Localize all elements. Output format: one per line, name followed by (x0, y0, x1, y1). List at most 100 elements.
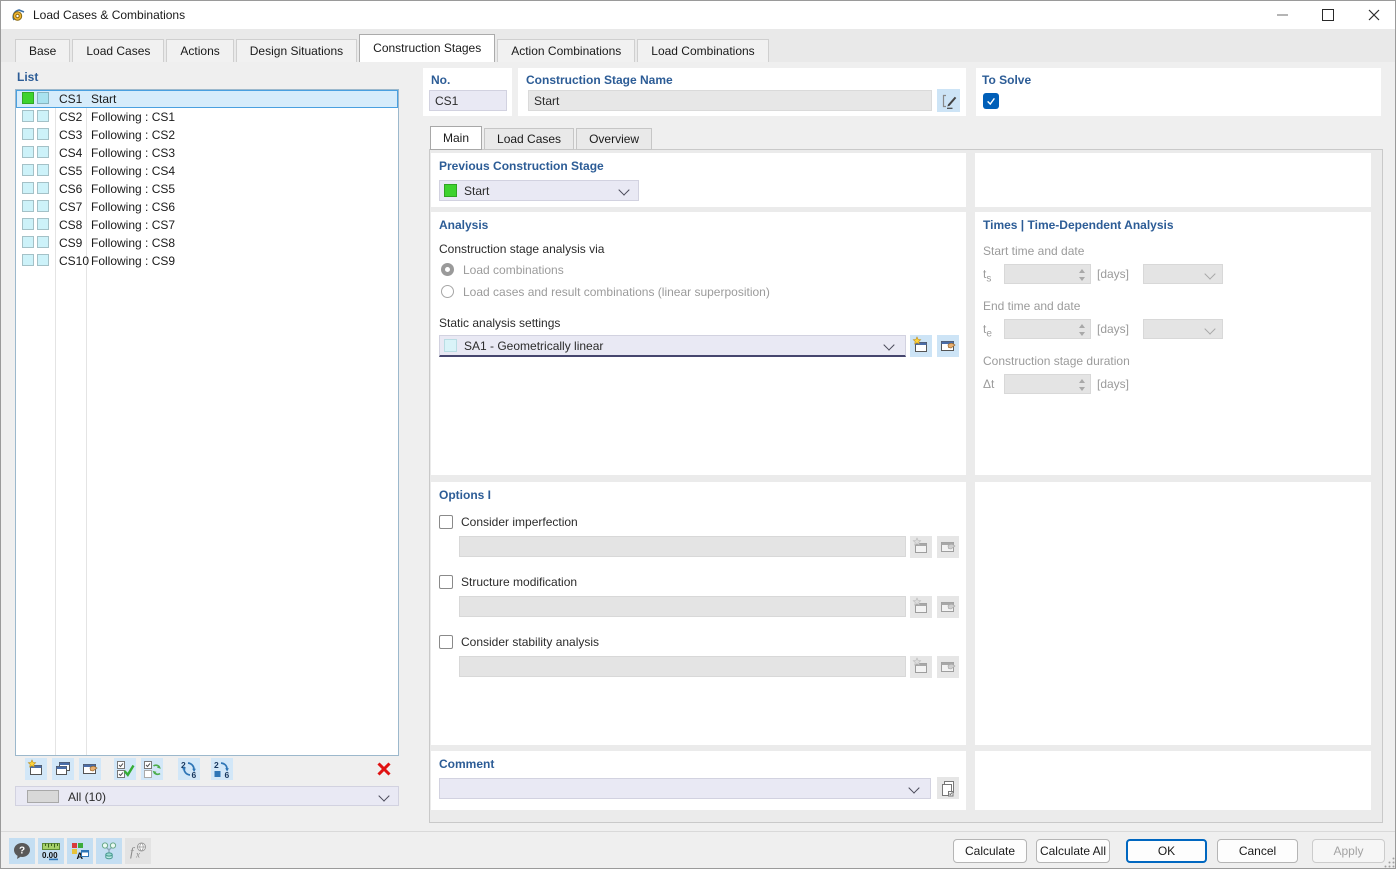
tab-load-combinations[interactable]: Load Combinations (637, 39, 768, 62)
edit-stage-button[interactable] (79, 758, 101, 780)
previous-stage-swatch (444, 184, 457, 197)
previous-stage-dropdown[interactable]: Start (439, 180, 639, 201)
cancel-button[interactable]: Cancel (1217, 839, 1298, 863)
no-panel: No. CS1 (423, 68, 512, 116)
renumber-icon: 26 (179, 759, 199, 779)
chevron-down-icon (883, 339, 894, 350)
rename-button[interactable] (937, 89, 960, 112)
new-stage-button[interactable] (25, 758, 47, 780)
chevron-down-icon (1204, 268, 1215, 279)
svg-text:6: 6 (225, 770, 230, 779)
rename-icon (940, 92, 958, 110)
ok-button[interactable]: OK (1126, 839, 1207, 863)
spinner-icon (1078, 268, 1087, 282)
empty-panel-mid-right (975, 482, 1371, 745)
stage-diagram-button[interactable] (96, 838, 122, 864)
renumber-options-icon: 26 (212, 759, 232, 779)
analysis-header: Analysis (439, 218, 488, 232)
list-filter-dropdown[interactable]: All (10) (15, 786, 399, 806)
tab-design-situations[interactable]: Design Situations (236, 39, 357, 62)
stage-desc: Following : CS2 (91, 128, 175, 142)
renumber-button[interactable]: 26 (178, 758, 200, 780)
checkbox-consider-imperfection[interactable] (439, 515, 453, 529)
analysis-panel: Analysis Construction stage analysis via… (431, 212, 966, 475)
list-item-cs4[interactable]: CS4Following : CS3 (16, 144, 398, 162)
type-swatch (37, 146, 49, 158)
no-label: No. (431, 73, 450, 87)
chevron-down-icon (908, 782, 919, 793)
tab-action-combinations[interactable]: Action Combinations (497, 39, 635, 62)
close-button[interactable] (1351, 1, 1396, 29)
radio-load-combinations (441, 263, 454, 276)
chevron-down-icon (618, 184, 629, 195)
subtab-overview[interactable]: Overview (576, 128, 652, 150)
list-item-cs6[interactable]: CS6Following : CS5 (16, 180, 398, 198)
units-button[interactable]: 0.00 (38, 838, 64, 864)
resize-grip[interactable] (1384, 857, 1395, 868)
units-icon: 0.00 (41, 841, 61, 861)
spinner-icon (1078, 323, 1087, 337)
calculate-all-button[interactable]: Calculate All (1036, 839, 1110, 863)
solve-swatch (22, 236, 34, 248)
tab-load-cases[interactable]: Load Cases (72, 39, 164, 62)
new-settings-button[interactable] (910, 335, 932, 357)
maximize-button[interactable] (1305, 1, 1351, 29)
new-window-icon (911, 336, 931, 356)
tab-construction-stages[interactable]: Construction Stages (359, 34, 495, 62)
check-all-button[interactable] (114, 758, 136, 780)
list-item-cs7[interactable]: CS7Following : CS6 (16, 198, 398, 216)
comment-dropdown[interactable] (439, 778, 931, 799)
display-settings-button[interactable]: A (67, 838, 93, 864)
name-panel: Construction Stage Name Start (518, 68, 966, 116)
subtab-main[interactable]: Main (430, 126, 482, 150)
help-icon: ? (12, 841, 32, 861)
to-solve-checkbox[interactable] (983, 93, 999, 109)
stage-id: CS7 (59, 200, 82, 214)
checkbox-structure-modification[interactable] (439, 575, 453, 589)
delete-all-button[interactable] (373, 758, 395, 780)
help-button[interactable]: ? (9, 838, 35, 864)
type-swatch (37, 200, 49, 212)
list-item-cs5[interactable]: CS5Following : CS4 (16, 162, 398, 180)
tab-base[interactable]: Base (15, 39, 70, 62)
stage-no-field[interactable]: CS1 (429, 90, 507, 111)
stage-id: CS5 (59, 164, 82, 178)
start-date-dropdown (1143, 264, 1223, 284)
empty-panel-top-right (975, 153, 1371, 207)
apply-button: Apply (1312, 839, 1385, 863)
edit-settings-button[interactable] (937, 335, 959, 357)
tab-actions[interactable]: Actions (166, 39, 233, 62)
svg-text:x: x (135, 850, 140, 860)
stage-desc: Following : CS3 (91, 146, 175, 160)
list-item-cs2[interactable]: CS2Following : CS1 (16, 108, 398, 126)
calculate-button[interactable]: Calculate (953, 839, 1027, 863)
minimize-button[interactable] (1259, 1, 1305, 29)
renumber-options-button[interactable]: 26 (211, 758, 233, 780)
list-item-cs3[interactable]: CS3Following : CS2 (16, 126, 398, 144)
checkbox-label-consider-stability-analysis: Consider stability analysis (461, 635, 599, 649)
end-date-dropdown (1143, 319, 1223, 339)
new-consider-stability-analysis-button (910, 656, 932, 678)
checkbox-label-consider-imperfection: Consider imperfection (461, 515, 578, 529)
edit-window-icon (80, 759, 100, 779)
list-item-cs10[interactable]: CS10Following : CS9 (16, 252, 398, 270)
stage-list[interactable]: CS1StartCS2Following : CS1CS3Following :… (15, 89, 399, 756)
invert-check-button[interactable] (141, 758, 163, 780)
copy-stage-button[interactable] (52, 758, 74, 780)
type-swatch (37, 128, 49, 140)
checkbox-consider-stability-analysis[interactable] (439, 635, 453, 649)
list-item-cs9[interactable]: CS9Following : CS8 (16, 234, 398, 252)
stage-name-input[interactable]: Start (528, 90, 932, 111)
solve-swatch (22, 218, 34, 230)
subtab-load-cases[interactable]: Load Cases (484, 128, 574, 150)
to-solve-label: To Solve (982, 73, 1031, 87)
type-swatch (37, 182, 49, 194)
comment-templates-button[interactable] (937, 777, 959, 799)
list-item-cs1[interactable]: CS1Start (16, 90, 398, 108)
stage-id: CS9 (59, 236, 82, 250)
list-item-cs8[interactable]: CS8Following : CS7 (16, 216, 398, 234)
duration-label: Construction stage duration (983, 354, 1130, 368)
formula-button: fx (125, 838, 151, 864)
static-settings-dropdown[interactable]: SA1 - Geometrically linear (439, 335, 906, 357)
new-window-icon (911, 537, 931, 557)
